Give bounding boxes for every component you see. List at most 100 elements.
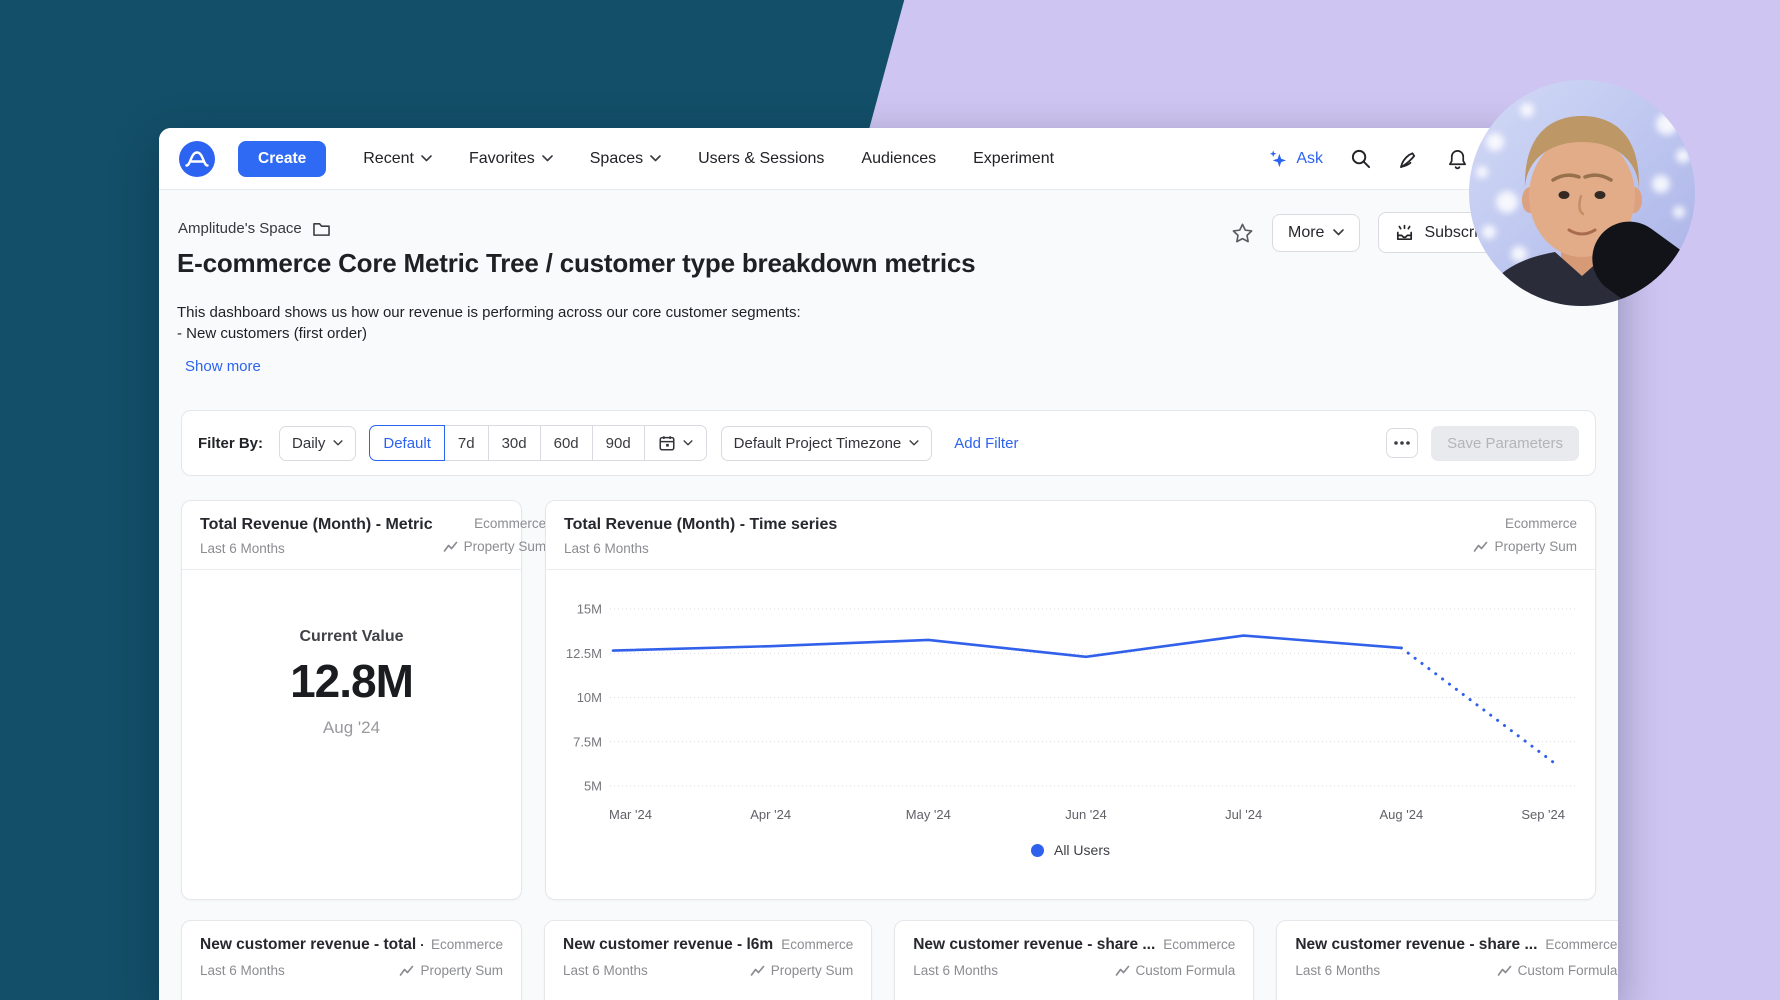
amplitude-logo-icon[interactable] — [179, 141, 215, 177]
mini-card-measure-label: Property Sum — [420, 963, 503, 978]
svg-text:15M: 15M — [577, 602, 602, 617]
granularity-dropdown[interactable]: Daily — [279, 426, 356, 461]
timezone-dropdown[interactable]: Default Project Timezone — [721, 426, 933, 461]
webcam-avatar-photo — [1469, 80, 1695, 306]
chart-card-title[interactable]: Total Revenue (Month) - Time series — [564, 516, 837, 534]
nav-item-experiment[interactable]: Experiment — [973, 150, 1054, 168]
chart-card-measure: Property Sum — [1473, 539, 1577, 554]
breadcrumb-label: Amplitude's Space — [178, 220, 302, 237]
chevron-down-icon — [1333, 229, 1344, 236]
chart-measure-label: Property Sum — [1494, 539, 1577, 554]
more-button[interactable]: More — [1272, 214, 1360, 252]
legend-dot — [1031, 844, 1044, 857]
ellipsis-icon — [1394, 441, 1410, 445]
search-icon[interactable] — [1350, 148, 1371, 169]
bottom-cards-row: New customer revenue - total - ... Ecomm… — [181, 920, 1596, 1000]
create-button[interactable]: Create — [238, 141, 326, 177]
metric-card-title[interactable]: Total Revenue (Month) - Metric — [200, 516, 433, 534]
mini-card-subtitle: Last 6 Months — [1295, 963, 1380, 978]
mini-card-title[interactable]: New customer revenue - l6m — [563, 936, 773, 954]
mini-card-subtitle: Last 6 Months — [913, 963, 998, 978]
time-series-card: Total Revenue (Month) - Time series Last… — [545, 500, 1596, 900]
nav-item-users-sessions[interactable]: Users & Sessions — [698, 150, 824, 168]
nav-right-group: Ask — [1267, 148, 1468, 170]
mini-card-measure-label: Custom Formula — [1136, 963, 1236, 978]
mini-card-measure: Property Sum — [750, 963, 854, 978]
mini-chart-card-3[interactable]: New customer revenue - share ... Ecommer… — [894, 920, 1254, 1000]
legend-label: All Users — [1054, 842, 1110, 858]
mini-card-tag: Ecommerce — [1545, 937, 1617, 952]
nav-item-favorites[interactable]: Favorites — [469, 150, 553, 168]
chart-body: 5M7.5M10M12.5M15MMar '24Apr '24May '24Ju… — [546, 570, 1595, 890]
time-series-chart[interactable]: 5M7.5M10M12.5M15MMar '24Apr '24May '24Ju… — [546, 586, 1595, 832]
star-icon[interactable] — [1231, 222, 1254, 244]
range-option-7d[interactable]: 7d — [444, 425, 489, 461]
mini-card-title[interactable]: New customer revenue - share ... — [1295, 936, 1537, 954]
mini-card-measure: Custom Formula — [1115, 963, 1236, 978]
filter-by-label: Filter By: — [198, 435, 263, 452]
chart-card-subtitle: Last 6 Months — [564, 541, 837, 556]
svg-text:Jun '24: Jun '24 — [1065, 807, 1107, 822]
chevron-down-icon — [650, 155, 661, 162]
chevron-down-icon — [421, 155, 432, 162]
mini-card-tag: Ecommerce — [431, 937, 503, 952]
zigzag-line-icon — [1473, 541, 1488, 553]
metric-card-measure: Property Sum — [443, 539, 547, 554]
chevron-down-icon — [683, 440, 693, 446]
current-value: 12.8M — [182, 654, 521, 708]
zigzag-line-icon — [443, 541, 458, 553]
chart-legend[interactable]: All Users — [546, 842, 1595, 858]
app-window: Create Recent Favorites Spaces Users & Sess… — [159, 128, 1618, 1000]
mini-chart-card-1[interactable]: New customer revenue - total - ... Ecomm… — [181, 920, 522, 1000]
bell-icon[interactable] — [1447, 148, 1468, 170]
nav-item-audiences[interactable]: Audiences — [861, 150, 936, 168]
range-option-default[interactable]: Default — [369, 425, 445, 461]
nav-item-label: Users & Sessions — [698, 150, 824, 168]
current-value-period: Aug '24 — [182, 718, 521, 738]
current-value-label: Current Value — [182, 628, 521, 646]
mini-card-measure: Custom Formula — [1497, 963, 1618, 978]
calendar-range-button[interactable] — [644, 425, 707, 461]
range-option-30d[interactable]: 30d — [488, 425, 541, 461]
breadcrumb[interactable]: Amplitude's Space — [178, 220, 331, 237]
nav-item-recent[interactable]: Recent — [363, 150, 432, 168]
mini-card-title[interactable]: New customer revenue - share ... — [913, 936, 1155, 954]
page-title: E-commerce Core Metric Tree / customer t… — [177, 248, 975, 279]
nav-item-label: Audiences — [861, 150, 936, 168]
description-line-2: - New customers (first order) — [177, 323, 801, 344]
mini-chart-card-2[interactable]: New customer revenue - l6m Ecommerce Las… — [544, 920, 872, 1000]
filter-overflow-button[interactable] — [1386, 428, 1418, 458]
calendar-icon — [658, 434, 676, 452]
nav-item-label: Recent — [363, 150, 414, 168]
metric-measure-label: Property Sum — [464, 539, 547, 554]
svg-text:May '24: May '24 — [906, 807, 951, 822]
ask-button[interactable]: Ask — [1267, 148, 1323, 169]
nav-item-spaces[interactable]: Spaces — [590, 150, 661, 168]
svg-text:Jul '24: Jul '24 — [1225, 807, 1262, 822]
metric-card-header: Total Revenue (Month) - Metric Last 6 Mo… — [182, 501, 521, 570]
folder-icon — [312, 221, 331, 237]
nav-item-label: Spaces — [590, 150, 643, 168]
webcam-avatar — [1469, 80, 1695, 306]
save-parameters-button[interactable]: Save Parameters — [1431, 426, 1579, 461]
svg-text:Sep '24: Sep '24 — [1521, 807, 1565, 822]
mini-card-title[interactable]: New customer revenue - total - ... — [200, 936, 423, 954]
zigzag-line-icon — [1497, 965, 1512, 977]
mini-card-measure-label: Property Sum — [771, 963, 854, 978]
pen-icon[interactable] — [1398, 148, 1420, 170]
show-more-link[interactable]: Show more — [185, 358, 261, 375]
svg-text:Apr '24: Apr '24 — [750, 807, 791, 822]
add-filter-link[interactable]: Add Filter — [954, 435, 1018, 452]
zigzag-line-icon — [1115, 965, 1130, 977]
range-option-60d[interactable]: 60d — [540, 425, 593, 461]
chart-card-tag: Ecommerce — [1473, 516, 1577, 531]
svg-text:7.5M: 7.5M — [573, 734, 602, 749]
metric-card-tag: Ecommerce — [443, 516, 547, 531]
range-option-90d[interactable]: 90d — [592, 425, 645, 461]
chevron-down-icon — [909, 440, 919, 446]
metric-card: Total Revenue (Month) - Metric Last 6 Mo… — [181, 500, 522, 900]
ask-label: Ask — [1296, 150, 1323, 168]
subscribe-tray-icon — [1394, 222, 1415, 243]
svg-text:12.5M: 12.5M — [566, 646, 602, 661]
mini-chart-card-4[interactable]: New customer revenue - share ... Ecommer… — [1276, 920, 1618, 1000]
